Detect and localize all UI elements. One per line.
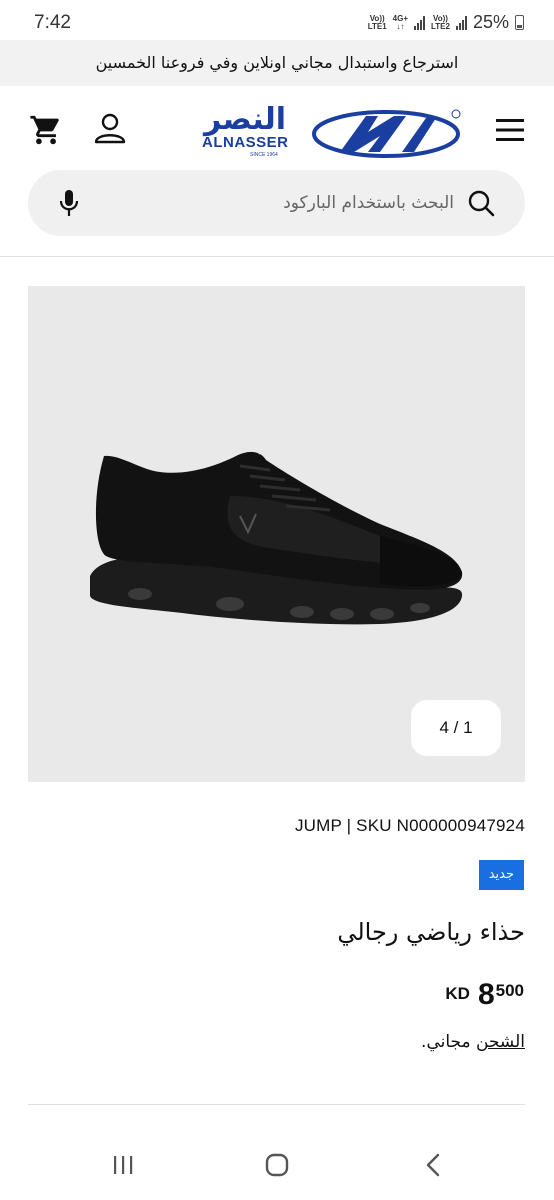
promo-text: استرجاع واستبدال مجاني اونلاين وفي فروعن… (95, 53, 459, 72)
logo-english-text: ALNASSER (202, 134, 289, 151)
battery-icon (515, 15, 524, 30)
menu-icon (496, 119, 524, 141)
promo-banner[interactable]: استرجاع واستبدال مجاني اونلاين وفي فروعن… (0, 40, 554, 86)
network-type: 4G+ ↓↑ (393, 14, 408, 31)
back-icon[interactable] (424, 1152, 442, 1178)
cart-icon (30, 115, 59, 145)
status-bar: 7:42 Vo)) LTE1 4G+ ↓↑ Vo)) LTE2 25% (0, 0, 554, 40)
search-icon[interactable] (467, 189, 495, 217)
sim1-lte-label: LTE1 (367, 21, 387, 31)
logo-since-text: SINCE 1964 (250, 152, 278, 158)
home-icon[interactable] (264, 1152, 290, 1178)
status-time: 7:42 (34, 12, 71, 33)
image-pager: 4 / 1 (411, 700, 501, 756)
product-price: 8 500 KD (445, 978, 524, 1012)
recent-apps-icon[interactable] (112, 1154, 134, 1176)
battery-percent: 25% (472, 12, 509, 32)
shipping-link[interactable]: الشحن (476, 1032, 525, 1052)
account-icon (94, 113, 126, 144)
logo-arabic-text: النصر (204, 102, 287, 137)
product-shoe-image (90, 447, 463, 625)
header-divider (0, 256, 554, 257)
menu-button[interactable] (494, 114, 526, 146)
account-button[interactable] (92, 110, 128, 146)
data-arrows-icon: ↓↑ (396, 21, 405, 31)
search-bar[interactable] (28, 170, 525, 236)
content-divider (28, 1104, 525, 1105)
cart-button[interactable] (28, 112, 64, 148)
new-badge: جديد (478, 860, 524, 890)
mic-icon[interactable] (58, 188, 80, 218)
product-title: حذاء رياضي رجالي (337, 918, 525, 946)
signal-icon-2 (455, 15, 467, 30)
shipping-info: الشحن مجاني. (421, 1032, 525, 1052)
search-input[interactable] (114, 170, 454, 236)
sim1-indicator: Vo)) LTE1 (367, 14, 387, 31)
site-header: النصر ALNASSER SINCE 1964 (0, 86, 554, 176)
shipping-text: مجاني. (421, 1032, 477, 1052)
sim2-indicator: Vo)) LTE2 (431, 14, 450, 31)
price-decimal: 500 (495, 981, 524, 1000)
price-main: 8 (477, 978, 495, 1011)
brand-sku: JUMP | SKU N000000947924 (294, 816, 525, 835)
sim2-lte-label: LTE2 (431, 21, 450, 31)
price-currency: KD (445, 984, 470, 1003)
logo-mark-icon (312, 109, 461, 158)
alnasser-logo[interactable]: النصر ALNASSER SINCE 1964 (198, 100, 464, 164)
signal-icon (414, 15, 425, 30)
status-icons: Vo)) LTE1 4G+ ↓↑ Vo)) LTE2 25% (368, 12, 524, 33)
product-image-gallery[interactable]: 4 / 1 (28, 286, 525, 782)
system-nav-bar (0, 1134, 554, 1200)
